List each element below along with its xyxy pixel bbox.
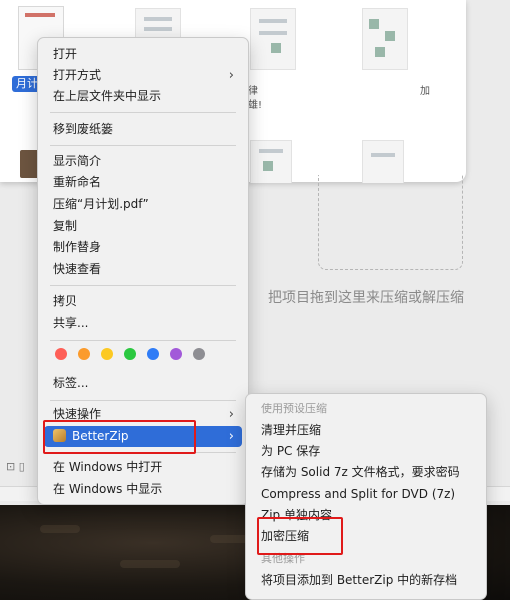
menu-item-tags[interactable]: 标签... (44, 373, 242, 394)
menu-item-make-alias[interactable]: 制作替身 (44, 237, 242, 258)
file-label: 加 (420, 86, 430, 97)
submenu-item-add-to-new-archive[interactable]: 将项目添加到 BetterZip 中的新存档 (252, 570, 480, 591)
betterzip-icon (53, 429, 66, 442)
submenu-item-split-dvd[interactable]: Compress and Split for DVD (7z) (252, 484, 480, 505)
submenu-item-encrypt-compress[interactable]: 加密压缩 (252, 526, 480, 547)
submenu-item-save-for-pc[interactable]: 为 PC 保存 (252, 441, 480, 462)
menu-item-show-in-windows[interactable]: 在 Windows 中显示 (44, 479, 242, 500)
menu-item-compress[interactable]: 压缩“月计划.pdf” (44, 194, 242, 215)
file-label: 律 (248, 86, 258, 97)
menu-item-rename[interactable]: 重新命名 (44, 172, 242, 193)
file-thumbnail[interactable] (250, 8, 296, 70)
menu-item-share[interactable]: 共享... (44, 313, 242, 334)
menu-separator (50, 340, 236, 341)
toolbar-icons[interactable]: ⊡ ▯ (6, 460, 25, 473)
menu-item-copy[interactable]: 拷贝 (44, 291, 242, 312)
menu-item-open-with[interactable]: 打开方式 › (44, 65, 242, 86)
menu-separator (50, 400, 236, 401)
tag-colors (55, 348, 215, 360)
menu-separator (50, 452, 236, 453)
context-menu: 打开 打开方式 › 在上层文件夹中显示 移到废纸篓 显示简介 重新命名 压缩“月计… (37, 37, 249, 505)
menu-separator (50, 145, 236, 146)
file-label: 雄! (248, 100, 263, 111)
submenu-item-solid-7z-password[interactable]: 存储为 Solid 7z 文件格式，要求密码 (252, 462, 480, 483)
drop-zone[interactable] (318, 175, 463, 270)
drop-zone-hint: 把项目拖到这里来压缩或解压缩 (268, 290, 464, 306)
menu-separator (50, 285, 236, 286)
menu-item-quick-actions[interactable]: 快速操作 › (44, 404, 242, 425)
menu-item-open[interactable]: 打开 (44, 44, 242, 65)
betterzip-submenu: 使用预设压缩 清理并压缩 为 PC 保存 存储为 Solid 7z 文件格式，要… (245, 393, 487, 600)
submenu-section-header: 其他操作 (261, 552, 305, 565)
menu-separator (50, 112, 236, 113)
menu-item-betterzip[interactable]: BetterZip › (44, 426, 242, 447)
submenu-item-clean-compress[interactable]: 清理并压缩 (252, 420, 480, 441)
tag-purple[interactable] (170, 348, 182, 360)
tag-orange[interactable] (78, 348, 90, 360)
tag-gray[interactable] (193, 348, 205, 360)
sidebar-icon[interactable]: ▯ (19, 460, 25, 473)
menu-item-show-in-enclosing-folder[interactable]: 在上层文件夹中显示 (44, 86, 242, 107)
file-thumbnail[interactable] (250, 140, 292, 183)
submenu-item-zip-separately[interactable]: Zip 单独内容 (252, 505, 480, 526)
menu-item-get-info[interactable]: 显示简介 (44, 151, 242, 172)
submenu-section-header: 使用预设压缩 (261, 402, 327, 415)
menu-item-duplicate[interactable]: 复制 (44, 216, 242, 237)
chevron-right-icon: › (228, 429, 234, 444)
view-icon[interactable]: ⊡ (6, 460, 15, 473)
file-thumbnail[interactable] (362, 8, 408, 70)
menu-item-move-to-trash[interactable]: 移到废纸篓 (44, 119, 242, 140)
menu-item-quick-look[interactable]: 快速查看 (44, 259, 242, 280)
tag-red[interactable] (55, 348, 67, 360)
chevron-right-icon: › (228, 407, 234, 422)
menu-item-open-in-windows[interactable]: 在 Windows 中打开 (44, 457, 242, 478)
tag-green[interactable] (124, 348, 136, 360)
tag-yellow[interactable] (101, 348, 113, 360)
tag-blue[interactable] (147, 348, 159, 360)
chevron-right-icon: › (228, 68, 234, 83)
